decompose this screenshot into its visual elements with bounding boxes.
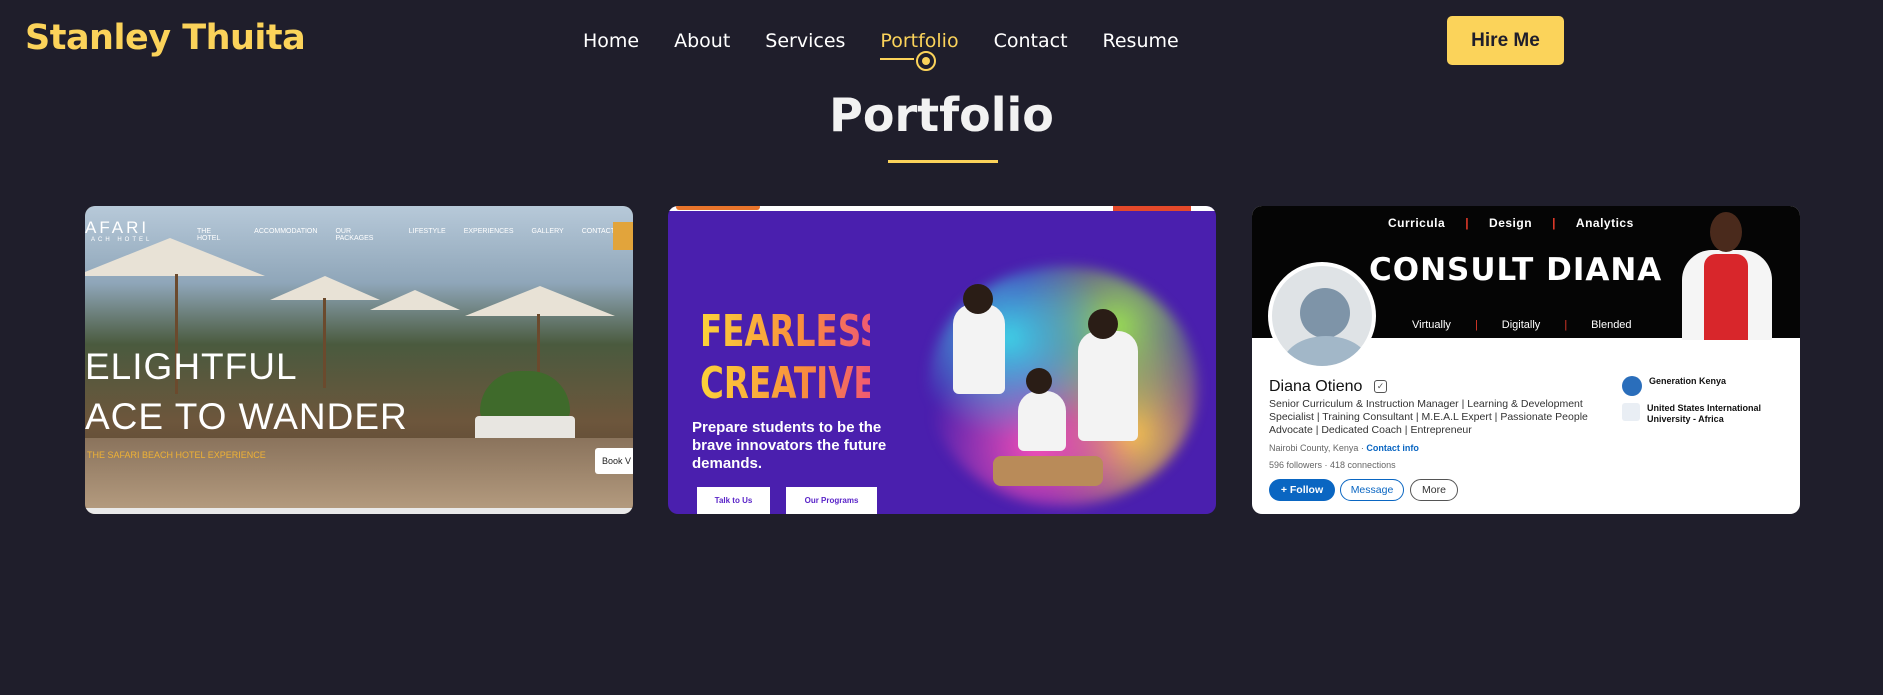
title-underline	[888, 160, 998, 163]
banner-word: Blended	[1591, 319, 1632, 331]
hotel-menu-item: GALLERY	[531, 228, 564, 235]
banner-portrait	[1672, 212, 1782, 340]
section-title: Portfolio	[829, 88, 1054, 142]
org-generation-kenya: Generation Kenya	[1622, 376, 1726, 396]
portrait-dress	[1704, 254, 1748, 340]
portfolio-card-school[interactable]: FEARLESSLY CREATIVE Prepare students to …	[668, 206, 1216, 514]
banner-separator: |	[1552, 216, 1556, 230]
hotel-book-tab	[613, 222, 633, 250]
profile-headline: Senior Curriculum & Instruction Manager …	[1269, 398, 1588, 436]
profile-location: Nairobi County, Kenya · Contact info	[1269, 443, 1419, 453]
school-subheadline: Prepare students to be the brave innovat…	[692, 419, 887, 472]
card-bottom-strip	[85, 508, 633, 514]
school-logo	[676, 206, 760, 210]
our-programs-button: Our Programs	[786, 487, 877, 514]
school-topbar-accent	[1113, 206, 1191, 211]
hotel-menu-item: OUR PACKAGES	[335, 228, 374, 242]
nav-services[interactable]: Services	[765, 30, 845, 52]
kid-figure	[953, 304, 1005, 394]
banner-top-line: Curricula | Design | Analytics	[1388, 216, 1654, 230]
active-nav-underline	[880, 58, 915, 60]
hotel-brand: AFARI	[85, 218, 150, 237]
org-label: United States International University -…	[1647, 403, 1762, 424]
message-button: Message	[1340, 479, 1404, 501]
more-button: More	[1410, 479, 1458, 501]
profile-name: Diana Otieno	[1269, 378, 1363, 395]
banner-bottom-line: Virtually | Digitally | Blended	[1412, 319, 1656, 331]
school-headline: FEARLESSLY CREATIVE	[700, 306, 923, 409]
hotel-menu-item: CONTACT	[581, 228, 615, 235]
hotel-headline-1: ELIGHTFUL	[85, 346, 298, 387]
nav-portfolio[interactable]: Portfolio	[880, 30, 959, 71]
hotel-menu-item: ACCOMMODATION	[254, 228, 318, 235]
portfolio-card-hotel[interactable]: AFARI ACH HOTEL THE HOTEL ACCOMMODATION …	[85, 206, 633, 514]
terrace-floor	[85, 438, 633, 508]
hotel-menu-item: THE HOTEL	[197, 228, 221, 242]
umbrella-pole	[323, 298, 326, 388]
profile-stats: 596 followers · 418 connections	[1269, 460, 1396, 470]
hotel-book-button: Book V	[595, 448, 633, 474]
verified-icon: ✓	[1374, 380, 1387, 393]
contact-info-link: Contact info	[1366, 443, 1419, 453]
hotel-menu-item: EXPERIENCES	[463, 228, 514, 235]
kid-figure	[1078, 331, 1138, 441]
follow-button: + Follow	[1269, 479, 1335, 501]
nav-home[interactable]: Home	[583, 30, 639, 52]
usiu-logo-icon	[1622, 403, 1640, 421]
talk-to-us-button: Talk to Us	[697, 487, 770, 514]
banner-separator: |	[1465, 216, 1470, 230]
kid-head	[1088, 309, 1118, 339]
avatar-body	[1282, 336, 1370, 366]
kid-head	[1026, 368, 1052, 394]
hotel-headline-2: ACE TO WANDER	[85, 396, 408, 437]
cursor-dot-icon	[916, 51, 937, 71]
nav-about[interactable]: About	[674, 30, 730, 52]
banner-separator: |	[1474, 319, 1478, 331]
main-nav: Home About Services Portfolio Contact Re…	[583, 30, 1214, 71]
banner-word: Virtually	[1412, 319, 1451, 331]
banner-word: Analytics	[1575, 216, 1634, 230]
avatar	[1268, 262, 1376, 370]
nav-portfolio-label: Portfolio	[880, 30, 959, 52]
avatar-head	[1300, 288, 1350, 338]
org-label: Generation Kenya	[1649, 376, 1727, 386]
go-kart	[993, 456, 1103, 486]
kid-head	[963, 284, 993, 314]
banner-word: Design	[1489, 216, 1533, 230]
kid-figure	[1018, 391, 1066, 451]
hotel-tagline: THE SAFARI BEACH HOTEL EXPERIENCE	[87, 450, 266, 460]
nav-contact[interactable]: Contact	[994, 30, 1068, 52]
generation-kenya-logo-icon	[1622, 376, 1642, 396]
hotel-menu-item: LIFESTYLE	[408, 228, 446, 235]
org-usiu-africa: United States International University -…	[1622, 403, 1777, 425]
nav-resume[interactable]: Resume	[1103, 30, 1179, 52]
portfolio-card-linkedin[interactable]: Curricula | Design | Analytics CONSULT D…	[1252, 206, 1800, 514]
banner-word: Digitally	[1501, 319, 1541, 331]
site-logo[interactable]: Stanley Thuita	[25, 18, 306, 58]
banner-title: CONSULT DIANA	[1369, 252, 1663, 288]
hotel-brand-sub: ACH HOTEL	[91, 237, 153, 243]
banner-word: Curricula	[1388, 216, 1446, 230]
hotel-menu: THE HOTEL ACCOMMODATION OUR PACKAGES LIF…	[197, 228, 633, 242]
portrait-head	[1710, 212, 1742, 252]
hire-me-button[interactable]: Hire Me	[1447, 16, 1564, 65]
profile-location-text: Nairobi County, Kenya ·	[1269, 443, 1367, 453]
banner-separator: |	[1564, 319, 1568, 331]
